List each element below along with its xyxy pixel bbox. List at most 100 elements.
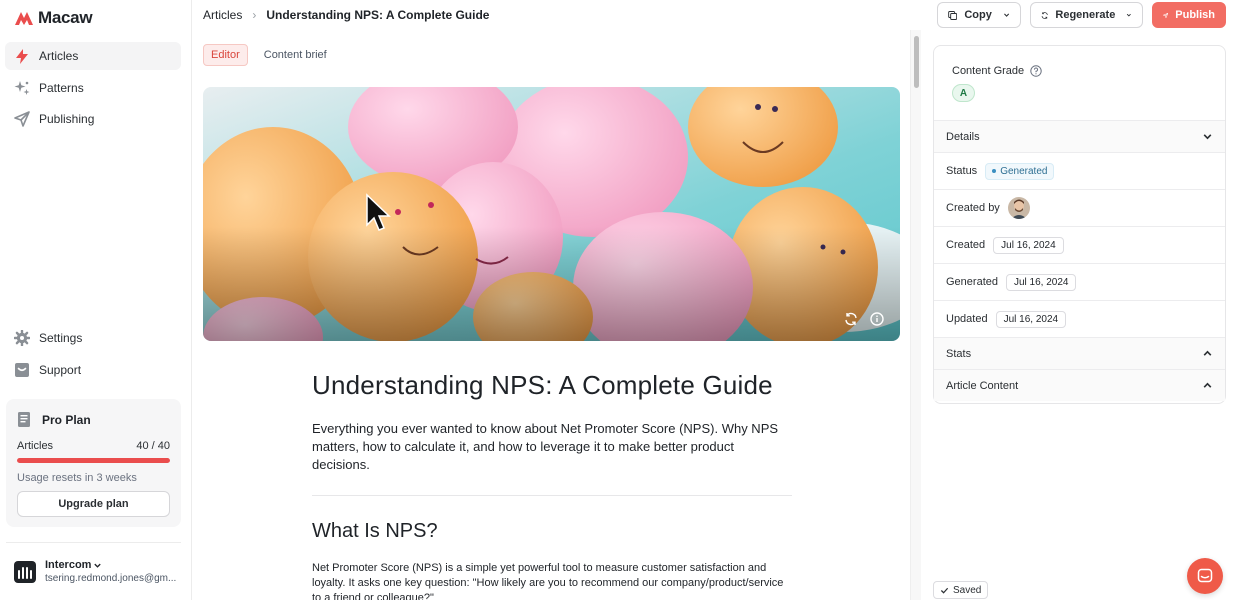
breadcrumb: Articles › Understanding NPS: A Complete… xyxy=(203,8,489,22)
content-grade-label: Content Grade xyxy=(952,65,1207,77)
chevron-up-icon xyxy=(1203,382,1212,388)
plan-card: Pro Plan Articles 40 / 40 Usage resets i… xyxy=(6,399,181,527)
account-switcher[interactable]: Intercom tsering.redmond.jones@gm... xyxy=(14,559,176,584)
main-nav: Articles Patterns Publishing xyxy=(5,42,181,137)
tab-editor[interactable]: Editor xyxy=(203,44,248,66)
created-label: Created xyxy=(946,239,986,251)
chevron-right-icon: › xyxy=(252,8,257,22)
saved-indicator: Saved xyxy=(933,581,989,599)
article-content[interactable]: Understanding NPS: A Complete Guide Ever… xyxy=(312,370,792,600)
created-by-row: Created by xyxy=(934,189,1225,226)
sidebar-item-settings[interactable]: Settings xyxy=(5,324,181,352)
stats-section-toggle[interactable]: Stats xyxy=(934,337,1225,369)
created-date: Jul 16, 2024 xyxy=(993,236,1064,254)
editor-scrollbar[interactable] xyxy=(910,30,921,600)
balloons-image xyxy=(203,87,900,341)
status-row: Status Generated xyxy=(934,152,1225,189)
status-badge: Generated xyxy=(985,162,1055,180)
copy-button-label: Copy xyxy=(964,9,992,21)
info-icon[interactable] xyxy=(870,312,884,326)
article-lede[interactable]: Everything you ever wanted to know about… xyxy=(312,420,792,474)
refresh-icon xyxy=(1041,11,1048,19)
copy-button[interactable]: Copy xyxy=(937,2,1021,28)
send-icon xyxy=(14,111,30,127)
gear-icon xyxy=(14,330,30,346)
article-content-section-toggle[interactable]: Article Content xyxy=(934,369,1225,401)
bolt-icon xyxy=(14,48,30,64)
created-row: Created Jul 16, 2024 xyxy=(934,226,1225,263)
copy-icon xyxy=(948,10,958,20)
support-icon xyxy=(14,362,30,378)
usage-progress-bar xyxy=(17,458,170,463)
header-actions: Copy Regenerate Publish xyxy=(937,2,1226,28)
app-logo[interactable]: Macaw xyxy=(14,8,93,28)
hero-image[interactable] xyxy=(203,87,900,341)
regenerate-button[interactable]: Regenerate xyxy=(1030,2,1143,28)
content-grade-badge: A xyxy=(952,84,975,102)
editor-pane: Editor Content brief Understanding NPS: … xyxy=(193,30,910,600)
account-org-name: Intercom xyxy=(45,559,92,571)
article-content-label: Article Content xyxy=(946,379,1019,392)
check-icon xyxy=(940,587,949,594)
upgrade-plan-button[interactable]: Upgrade plan xyxy=(17,491,170,517)
breadcrumb-current: Understanding NPS: A Complete Guide xyxy=(266,8,490,22)
sidebar-item-label: Settings xyxy=(39,331,83,345)
plan-title: Pro Plan xyxy=(42,412,91,427)
updated-row: Updated Jul 16, 2024 xyxy=(934,300,1225,337)
scroll-thumb[interactable] xyxy=(914,36,919,88)
sidebar-item-label: Publishing xyxy=(39,112,95,126)
updated-date: Jul 16, 2024 xyxy=(995,310,1067,328)
secondary-nav: Settings Support xyxy=(5,324,181,387)
article-details-panel: Content Grade A Details Status Generated… xyxy=(933,45,1226,404)
content-grade-text: Content Grade xyxy=(952,65,1025,77)
details-label: Details xyxy=(946,130,980,143)
intercom-logo-icon xyxy=(14,560,36,583)
plan-header: Pro Plan xyxy=(17,411,170,428)
article-paragraph[interactable]: Net Promoter Score (NPS) is a simple yet… xyxy=(312,561,792,600)
generated-label: Generated xyxy=(946,276,998,288)
tab-content-brief[interactable]: Content brief xyxy=(257,44,334,66)
sidebar-item-patterns[interactable]: Patterns xyxy=(5,74,181,102)
plan-usage-row: Articles 40 / 40 xyxy=(17,440,170,452)
sidebar: Macaw Articles Patterns Publishing Setti… xyxy=(0,0,192,600)
send-icon xyxy=(1163,12,1169,18)
help-icon[interactable] xyxy=(1030,65,1042,77)
updated-label: Updated xyxy=(946,313,988,325)
chevron-down-icon xyxy=(1127,13,1132,17)
divider xyxy=(6,542,181,543)
chevron-down-icon xyxy=(1203,134,1212,140)
sidebar-item-label: Support xyxy=(39,362,82,377)
account-email: tsering.redmond.jones@gm... xyxy=(45,573,177,584)
sidebar-item-label: Articles xyxy=(39,49,79,63)
regenerate-button-label: Regenerate xyxy=(1055,9,1116,21)
chevron-down-icon xyxy=(1003,13,1009,17)
top-bar: Articles › Understanding NPS: A Complete… xyxy=(193,0,1234,30)
details-section-toggle[interactable]: Details xyxy=(934,120,1225,152)
divider xyxy=(312,495,792,496)
publish-button[interactable]: Publish xyxy=(1152,2,1226,28)
generated-row: Generated Jul 16, 2024 xyxy=(934,263,1225,300)
avatar[interactable] xyxy=(1007,197,1030,219)
publish-button-label: Publish xyxy=(1175,9,1215,21)
usage-progress-fill xyxy=(17,458,170,463)
sidebar-item-support[interactable]: Support xyxy=(5,356,181,384)
generated-date: Jul 16, 2024 xyxy=(1005,273,1077,291)
chat-launcher-button[interactable] xyxy=(1187,558,1223,594)
sparkle-icon xyxy=(14,80,30,96)
sidebar-item-articles[interactable]: Articles xyxy=(5,42,181,70)
chevron-up-icon xyxy=(1203,350,1212,356)
refresh-icon[interactable] xyxy=(844,312,858,326)
document-icon xyxy=(18,412,30,427)
article-title[interactable]: Understanding NPS: A Complete Guide xyxy=(312,370,792,401)
sidebar-item-publishing[interactable]: Publishing xyxy=(5,105,181,133)
editor-tabs: Editor Content brief xyxy=(203,44,334,66)
macaw-logo-icon xyxy=(15,12,33,25)
created-by-label: Created by xyxy=(946,202,1000,214)
usage-reset-note: Usage resets in 3 weeks xyxy=(17,472,137,484)
breadcrumb-root[interactable]: Articles xyxy=(203,8,242,22)
article-heading[interactable]: What Is NPS? xyxy=(312,520,792,543)
hero-actions xyxy=(844,312,884,326)
status-label: Status xyxy=(946,165,978,177)
status-dot xyxy=(992,169,997,173)
chevron-down-icon xyxy=(94,563,102,568)
